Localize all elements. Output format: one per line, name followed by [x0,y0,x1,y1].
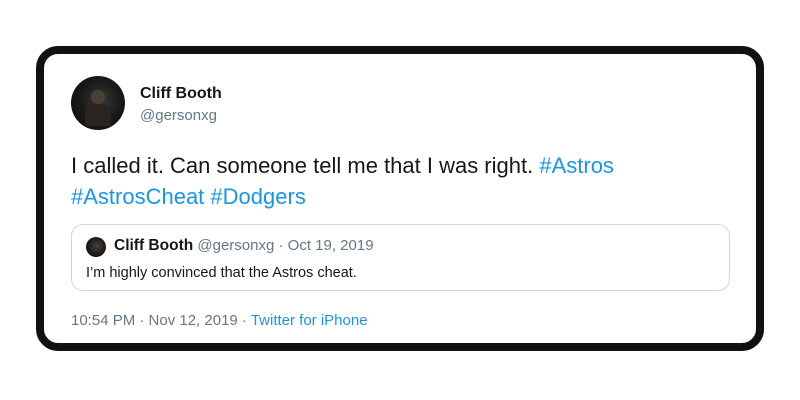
tweet-text-body: I called it. Can someone tell me that I … [71,153,534,178]
avatar-figure-head [91,90,105,104]
quoted-tweet-text: I’m highly convinced that the Astros che… [86,265,357,281]
quoted-date: Oct 19, 2019 [287,237,374,254]
footer-separator: · [237,312,251,329]
quoted-tweet-header: Cliff Booth @gersonxg · Oct 19, 2019 [114,237,374,255]
tweet-text: I called it. Can someone tell me that I … [71,150,721,212]
tweet-card[interactable]: Cliff Booth @gersonxg I called it. Can s… [36,46,764,351]
quoted-tweet[interactable]: Cliff Booth @gersonxg · Oct 19, 2019 I’m… [71,224,730,291]
hashtag-astros[interactable]: #Astros [539,153,614,178]
hashtag-astroscheat[interactable]: #AstrosCheat [71,184,204,209]
tweet-source-link[interactable]: Twitter for iPhone [251,312,368,329]
quoted-avatar [86,237,106,257]
hashtag-dodgers[interactable]: #Dodgers [210,184,305,209]
display-name[interactable]: Cliff Booth [140,85,222,103]
avatar-figure-body [85,104,111,126]
avatar[interactable] [71,76,125,130]
user-handle[interactable]: @gersonxg [140,107,217,124]
tweet-timestamp[interactable]: 10:54 PM · Nov 12, 2019 [71,312,238,329]
quoted-separator: · [274,237,288,254]
quoted-handle: @gersonxg [197,237,275,254]
tweet-footer: 10:54 PM · Nov 12, 2019 · Twitter for iP… [71,312,368,329]
quoted-display-name: Cliff Booth [114,237,194,254]
